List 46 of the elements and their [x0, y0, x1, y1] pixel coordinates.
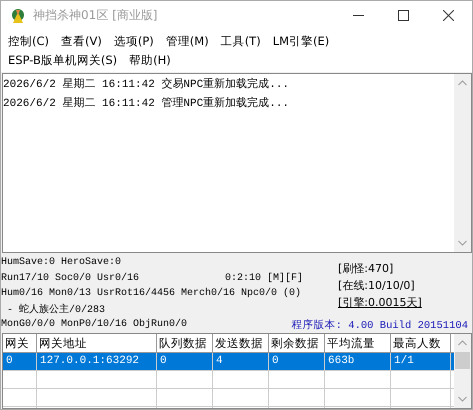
table-cell: 0 — [269, 353, 325, 370]
table-cell: 0 — [157, 353, 213, 370]
close-icon[interactable] — [443, 10, 454, 21]
menu-item[interactable]: 选项(P) — [114, 32, 154, 51]
info-text: [引擎:0.0015天] — [338, 295, 422, 311]
column-header[interactable]: 发送数据 — [213, 334, 269, 352]
status-text: Run17/10 Soc0/0 Usr0/16 — [1, 272, 140, 284]
scroll-up-icon[interactable] — [458, 340, 467, 346]
maximize-icon[interactable] — [398, 10, 409, 21]
column-header[interactable]: 平均流量 — [325, 334, 391, 352]
scrollbar[interactable] — [454, 74, 471, 252]
info-text: [刷怪:470] — [338, 261, 394, 277]
log-line: 2026/6/2 星期二 16:11:42 交易NPC重新加载完成... — [3, 76, 290, 93]
scroll-thumb[interactable] — [455, 352, 470, 369]
scroll-up-icon[interactable] — [458, 80, 467, 86]
app-icon — [9, 6, 27, 24]
status-text: MonG0/0/0 MonP0/10/16 ObjRun0/0 — [1, 319, 188, 330]
version-text: 程序版本: 4.00 Build 20151104 — [292, 318, 469, 332]
uptime-text: 0:2:10 [M][F] — [225, 272, 304, 284]
status-text: HumSave:0 HeroSave:0 — [1, 257, 122, 268]
column-header[interactable]: 最高人数 — [391, 334, 451, 352]
menu-item[interactable]: LM引擎(E) — [272, 32, 330, 51]
menu-item[interactable]: 管理(M) — [166, 32, 209, 51]
menu-item[interactable]: 工具(T) — [220, 32, 261, 51]
status-text: Hum0/16 Mon0/13 UsrRot16/4456 Merch0/16 Npc0/0 (0) — [1, 288, 302, 300]
column-header[interactable]: 剩余数据 — [269, 334, 325, 352]
column-header[interactable]: 网关 — [3, 334, 37, 352]
table-cell: 663b — [325, 353, 391, 370]
menu-item[interactable]: 帮助(H) — [129, 51, 171, 70]
info-text: [在线:10/10/0] — [338, 278, 415, 294]
status-text: - 蛇人族公主/0/283 — [6, 302, 106, 316]
menu-item[interactable]: 控制(C) — [8, 32, 50, 51]
scroll-down-icon[interactable] — [458, 396, 467, 402]
table-cell: 1/1 — [391, 353, 451, 370]
table-cell: 4 — [213, 353, 269, 370]
column-header[interactable]: 网关地址 — [37, 334, 157, 352]
table-row[interactable]: 0 127.0.0.1:63292 0 4 0 663b 1/1 — [3, 353, 454, 371]
window-title: 神挡杀神01区 [商业版] — [33, 7, 158, 24]
table-cell: 127.0.0.1:63292 — [37, 353, 157, 370]
scroll-down-icon[interactable] — [458, 240, 467, 246]
scrollbar[interactable] — [454, 334, 471, 408]
menu-item[interactable]: ESP-B版单机网关(S) — [8, 51, 118, 70]
table-cell: 0 — [3, 353, 37, 370]
log-line: 2026/6/2 星期二 16:11:42 管理NPC重新加载完成... — [3, 96, 290, 112]
menu-item[interactable]: 查看(V) — [61, 32, 102, 51]
column-header[interactable]: 队列数据 — [157, 334, 213, 352]
